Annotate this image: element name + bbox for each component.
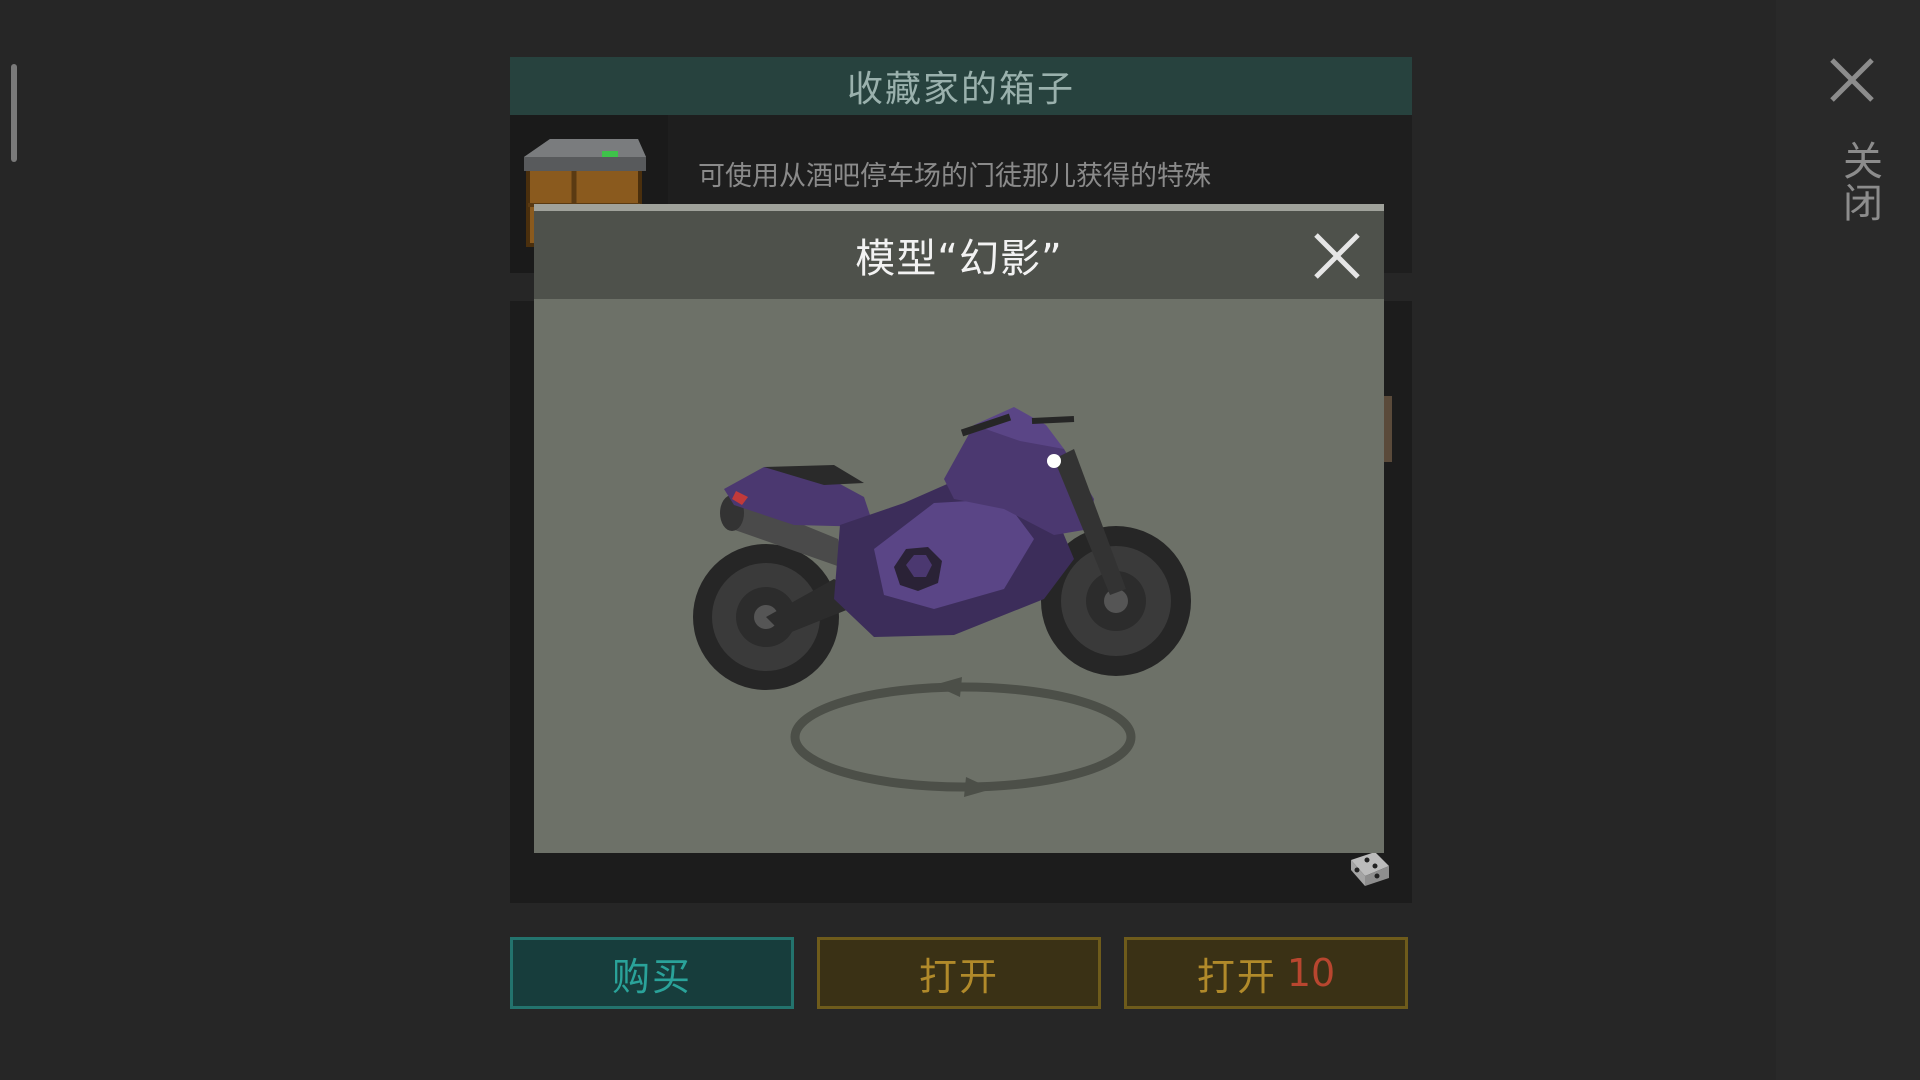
open-button-label: 打开 bbox=[918, 954, 999, 999]
buy-button-label: 购买 bbox=[611, 954, 692, 999]
open-10-button[interactable]: 打开 10 bbox=[1124, 937, 1408, 1009]
side-tab bbox=[1384, 396, 1392, 462]
open-10-button-label: 打开 bbox=[1196, 954, 1277, 999]
modal-title: 模型“幻影” bbox=[855, 236, 1063, 282]
model-preview-modal: 模型“幻影” bbox=[534, 204, 1384, 853]
open-10-count: 10 bbox=[1286, 951, 1336, 995]
open-button[interactable]: 打开 bbox=[817, 937, 1101, 1009]
close-icon[interactable] bbox=[1828, 56, 1876, 104]
rotate-icon bbox=[790, 677, 1136, 797]
chest-title: 收藏家的箱子 bbox=[510, 57, 1412, 115]
buy-button[interactable]: 购买 bbox=[510, 937, 794, 1009]
motorcycle-model[interactable] bbox=[693, 407, 1191, 690]
modal-top-border bbox=[534, 204, 1384, 211]
scroll-indicator[interactable] bbox=[11, 64, 17, 162]
close-label[interactable]: 关闭 bbox=[1818, 140, 1888, 224]
modal-header: 模型“幻影” bbox=[534, 211, 1384, 299]
model-viewport[interactable] bbox=[534, 299, 1384, 853]
close-icon[interactable] bbox=[1312, 231, 1362, 281]
chest-description: 可使用从酒吧停车场的门徒那儿获得的特殊 bbox=[698, 161, 1211, 192]
